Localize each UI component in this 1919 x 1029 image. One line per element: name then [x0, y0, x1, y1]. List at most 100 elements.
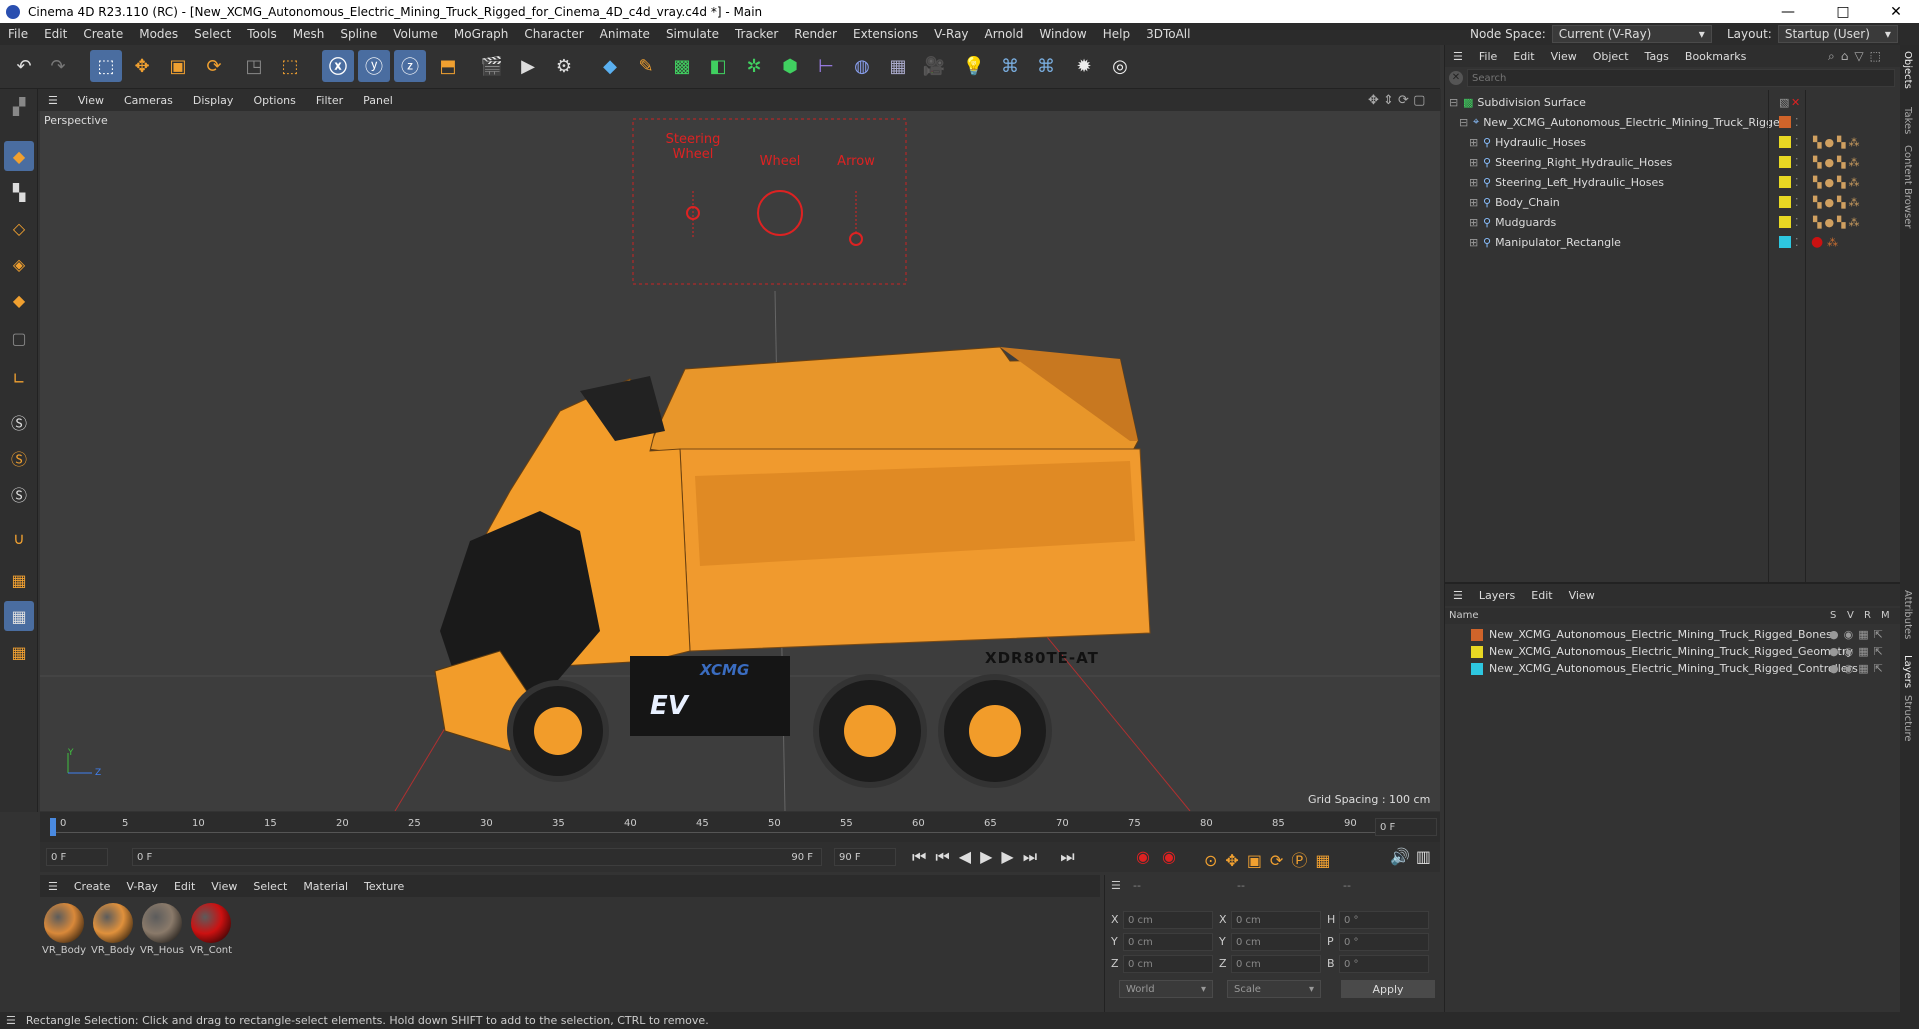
array-icon[interactable]: ✲ [738, 50, 770, 82]
viewport-menu-filter[interactable]: Filter [306, 94, 353, 107]
object-menu-object[interactable]: Object [1585, 50, 1637, 63]
menu-tools[interactable]: Tools [239, 27, 285, 41]
current-frame-field[interactable]: 0 F [1375, 818, 1437, 836]
locked-workplane-icon[interactable]: ▦ [4, 637, 34, 667]
menu-spline[interactable]: Spline [332, 27, 385, 41]
layer-toggle-icons[interactable]: ●◉▦⇱ [1829, 628, 1888, 641]
key-type-icons[interactable]: ⊙✥▣⟳Ⓟ▦ [1204, 847, 1338, 871]
layer-color-swatch[interactable] [1779, 216, 1791, 228]
gear-icon[interactable]: ✹ [1068, 50, 1100, 82]
expand-icon[interactable]: ⊞ [1469, 216, 1479, 229]
grid-icon[interactable]: ▦ [4, 601, 34, 631]
snap-icon[interactable]: Ⓢ [4, 407, 34, 437]
side-tab-attributes[interactable]: Attributes [1902, 590, 1913, 639]
render-view-icon[interactable]: 🎬 [476, 50, 508, 82]
object-row-mudguards[interactable]: ⊞ ⚲ Mudguards ⁚ ▚●▚⁂ [1445, 212, 1901, 232]
layer-row-bones[interactable]: New_XCMG_Autonomous_Electric_Mining_Truc… [1445, 626, 1901, 643]
texture-mode-icon[interactable]: ▚ [4, 177, 34, 207]
render-settings-icon[interactable]: ⚙ [548, 50, 580, 82]
rot-b-field[interactable]: 0 ° [1339, 955, 1429, 973]
layer-color-swatch[interactable] [1471, 628, 1483, 641]
light-icon[interactable]: 💡 [958, 50, 990, 82]
material-swatch[interactable]: VR_Body [91, 903, 135, 956]
rot-h-field[interactable]: 0 ° [1339, 911, 1429, 929]
layer-column-view[interactable]: V [1847, 610, 1854, 621]
material-tags-icon[interactable]: ▚●▚⁂ [1813, 176, 1863, 189]
menu-arnold[interactable]: Arnold [977, 27, 1032, 41]
visibility-dots-icon[interactable]: ⁚ [1795, 116, 1799, 129]
undo-icon[interactable]: ↶ [8, 50, 40, 82]
field-icon[interactable]: ◍ [846, 50, 878, 82]
size-z-field[interactable]: 0 cm [1231, 955, 1321, 973]
material-menu-select[interactable]: Select [245, 880, 295, 893]
object-row-manipulator-rectangle[interactable]: ⊞ ⚲ Manipulator_Rectangle ⁚ ● ⁂ [1445, 232, 1901, 252]
x-axis-lock-icon[interactable]: ⓧ [322, 50, 354, 82]
menu-tracker[interactable]: Tracker [727, 27, 786, 41]
side-tab-structure[interactable]: Structure [1902, 695, 1913, 742]
hamburger-icon[interactable]: ☰ [1111, 879, 1121, 892]
material-tags-icon[interactable]: ▚●▚⁂ [1813, 196, 1863, 209]
coordinate-system-icon[interactable]: ⬒ [432, 50, 464, 82]
material-tag-icon[interactable]: ● [1811, 234, 1823, 250]
hamburger-icon[interactable]: ☰ [0, 1014, 26, 1027]
transport-buttons[interactable]: ⏮⏮◀▶▶⏭ ⏭ [912, 847, 1084, 867]
material-menu-texture[interactable]: Texture [356, 880, 412, 893]
axis-mode-icon[interactable]: ∟ [4, 363, 34, 393]
3d-viewport[interactable]: Perspective Steering Wheel Wheel Arrow X… [40, 111, 1440, 811]
expand-icon[interactable]: ⊞ [1469, 196, 1479, 209]
pos-y-field[interactable]: 0 cm [1123, 933, 1213, 951]
workplane-icon[interactable]: ▦ [4, 565, 34, 595]
node-space-dropdown[interactable]: Current (V-Ray) ▾ [1551, 25, 1712, 43]
viewport-menu-cameras[interactable]: Cameras [114, 94, 183, 107]
frame-range-slider[interactable]: 0 F 90 F [132, 848, 822, 866]
cloner-icon[interactable]: ⬢ [774, 50, 806, 82]
model-mode-icon[interactable]: ◆ [4, 141, 34, 171]
object-row-steering-right[interactable]: ⊞ ⚲ Steering_Right_Hydraulic_Hoses ⁚ ▚●▚… [1445, 152, 1901, 172]
viewport-menu-view[interactable]: View [68, 94, 114, 107]
side-tab-layers[interactable]: Layers [1902, 655, 1913, 688]
render-toggle-icon[interactable]: ✕ [1791, 96, 1800, 109]
autokey-icon[interactable]: ◉ [1162, 847, 1176, 866]
python-icon[interactable]: ⌘ [994, 50, 1026, 82]
viewport-menu-panel[interactable]: Panel [353, 94, 403, 107]
visibility-dots-icon[interactable]: ⁚ [1795, 176, 1799, 189]
object-row-subdivision-surface[interactable]: ⊟ ▩ Subdivision Surface ▧ ✕ [1445, 92, 1901, 112]
layer-menu-edit[interactable]: Edit [1523, 589, 1560, 602]
side-tab-objects[interactable]: Objects [1902, 51, 1913, 89]
subdivision-icon[interactable]: ▩ [666, 50, 698, 82]
menu-file[interactable]: File [0, 27, 36, 41]
object-row-truck-root[interactable]: ⊟ ⌖ New_XCMG_Autonomous_Electric_Mining_… [1445, 112, 1901, 132]
scale-icon[interactable]: ▣ [162, 50, 194, 82]
deformer-icon[interactable]: ⊢ [810, 50, 842, 82]
expand-icon[interactable]: ⊞ [1469, 236, 1479, 249]
playhead[interactable] [50, 818, 56, 836]
layer-row-controllers[interactable]: New_XCMG_Autonomous_Electric_Mining_Truc… [1445, 660, 1901, 677]
hamburger-icon[interactable]: ☰ [40, 880, 66, 893]
layer-column-manager[interactable]: M [1881, 610, 1890, 621]
pen-icon[interactable]: ✎ [630, 50, 662, 82]
cube-icon[interactable]: ◆ [594, 50, 626, 82]
material-menu-view[interactable]: View [203, 880, 245, 893]
recent-tool-icon[interactable]: ◳ [238, 50, 270, 82]
layer-toggle-icons[interactable]: ●◉▦⇱ [1829, 645, 1888, 658]
material-menu-edit[interactable]: Edit [166, 880, 203, 893]
menu-render[interactable]: Render [786, 27, 845, 41]
visibility-dots-icon[interactable]: ⁚ [1795, 216, 1799, 229]
expand-icon[interactable]: ⊟ [1459, 116, 1469, 129]
object-menu-view[interactable]: View [1543, 50, 1585, 63]
selection-tool-icon[interactable]: ⬚ [274, 50, 306, 82]
object-row-body-chain[interactable]: ⊞ ⚲ Body_Chain ⁚ ▚●▚⁂ [1445, 192, 1901, 212]
object-search-input[interactable] [1467, 69, 1895, 87]
quantize-icon[interactable]: Ⓢ [4, 479, 34, 509]
material-tags-icon[interactable]: ▚●▚⁂ [1813, 216, 1863, 229]
object-row-hydraulic-hoses[interactable]: ⊞ ⚲ Hydraulic_Hoses ⁚ ▚●▚⁂ [1445, 132, 1901, 152]
layout-dropdown[interactable]: Startup (User) ▾ [1777, 25, 1898, 43]
menu-edit[interactable]: Edit [36, 27, 75, 41]
material-menu-create[interactable]: Create [66, 880, 119, 893]
layer-color-swatch[interactable] [1779, 176, 1791, 188]
layer-column-solo[interactable]: S [1830, 610, 1836, 621]
coordinate-mode-dropdown[interactable]: World ▾ [1119, 980, 1213, 998]
size-mode-dropdown[interactable]: Scale ▾ [1227, 980, 1321, 998]
layer-color-swatch[interactable] [1471, 662, 1483, 675]
xpresso-tag-icon[interactable]: ⁂ [1827, 236, 1838, 249]
